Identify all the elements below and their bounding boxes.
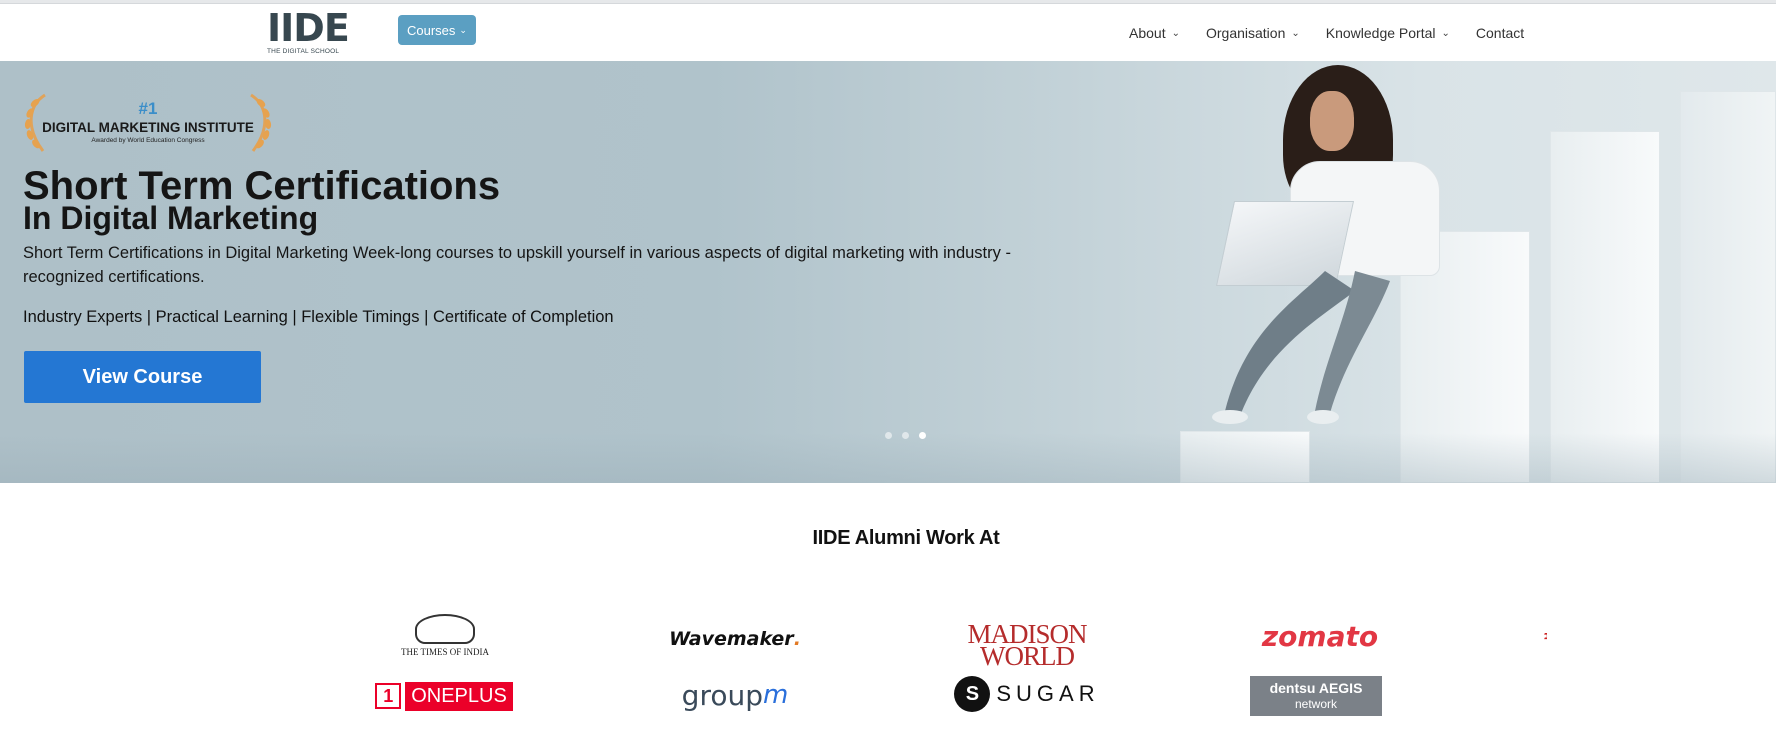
oneplus-mark: 1 bbox=[375, 683, 402, 709]
nav-item-knowledge-portal[interactable]: Knowledge Portal ⌄ bbox=[1326, 25, 1450, 41]
main-nav: About ⌄ Organisation ⌄ Knowledge Portal … bbox=[1129, 25, 1550, 41]
hero-floor bbox=[0, 433, 1776, 483]
logo-mark: IIDE bbox=[267, 6, 350, 50]
chevron-down-icon: ⌄ bbox=[459, 24, 467, 35]
crest-icon bbox=[415, 613, 475, 644]
logo-times-of-india: THE TIMES OF INDIA bbox=[380, 610, 510, 660]
nav-item-contact[interactable]: Contact bbox=[1476, 25, 1524, 41]
carousel-dots bbox=[885, 432, 926, 439]
hero-features: Industry Experts | Practical Learning | … bbox=[23, 308, 614, 326]
carousel-dot-active[interactable] bbox=[919, 432, 926, 439]
carousel-dot[interactable] bbox=[885, 432, 892, 439]
logo-zomato: zomato bbox=[1261, 619, 1379, 653]
nav-item-about[interactable]: About ⌄ bbox=[1129, 25, 1180, 41]
logo-subtitle: THE DIGITAL SCHOOL bbox=[267, 48, 340, 55]
sugar-mark: S bbox=[954, 676, 991, 712]
logo-sugar: S SUGAR bbox=[952, 674, 1102, 714]
logo-madison-world: MADISON WORLD bbox=[967, 619, 1087, 671]
view-course-button[interactable]: View Course bbox=[24, 351, 261, 403]
carousel-dot[interactable] bbox=[902, 432, 909, 439]
hero-subtitle: In Digital Marketing bbox=[23, 200, 319, 236]
badge-title: DIGITAL MARKETING INSTITUTE bbox=[42, 120, 254, 135]
hero-banner: #1 DIGITAL MARKETING INSTITUTE Awarded b… bbox=[0, 61, 1776, 483]
chevron-down-icon: ⌄ bbox=[1291, 27, 1300, 39]
logo-dentsu-aegis: dentsu AEGIS network bbox=[1250, 676, 1382, 716]
alumni-logo-carousel: THE TIMES OF INDIA Wavemaker. MADISON WO… bbox=[370, 600, 1547, 740]
badge-subtitle: Awarded by World Education Congress bbox=[91, 137, 205, 144]
iide-logo[interactable]: IIDE THE DIGITAL SCHOOL bbox=[267, 8, 350, 56]
logo-wavemaker: Wavemaker. bbox=[669, 628, 801, 650]
award-badge: #1 DIGITAL MARKETING INSTITUTE Awarded b… bbox=[23, 91, 273, 155]
hero-description: Short Term Certifications in Digital Mar… bbox=[23, 244, 1011, 286]
logo-partial: € bbox=[1538, 616, 1547, 656]
person-legs bbox=[1212, 271, 1390, 424]
logo-groupm: group m bbox=[681, 678, 789, 712]
alumni-title: IIDE Alumni Work At bbox=[812, 527, 1000, 549]
pedestal bbox=[1550, 131, 1660, 483]
courses-dropdown-button[interactable]: Courses ⌄ bbox=[398, 15, 476, 45]
logo-oneplus: 1 ONEPLUS bbox=[374, 678, 514, 714]
nav-item-organisation[interactable]: Organisation ⌄ bbox=[1206, 25, 1300, 41]
chevron-down-icon: ⌄ bbox=[1441, 27, 1450, 39]
chevron-down-icon: ⌄ bbox=[1171, 27, 1180, 39]
courses-label: Courses bbox=[407, 22, 456, 38]
site-header: IIDE THE DIGITAL SCHOOL Courses ⌄ About … bbox=[0, 4, 1776, 61]
pedestal bbox=[1680, 91, 1776, 483]
person-face bbox=[1310, 91, 1354, 151]
badge-rank: #1 bbox=[138, 99, 158, 118]
